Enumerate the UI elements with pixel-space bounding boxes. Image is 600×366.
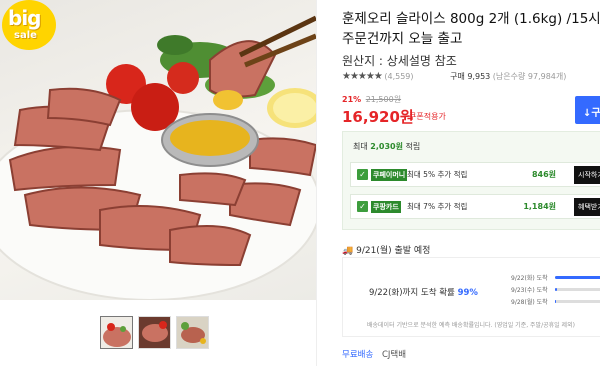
buy-count: 구매 9,953: [450, 72, 491, 81]
truck-icon: 🚚: [342, 246, 354, 256]
carrier-label: CJ택배: [381, 350, 407, 360]
thumbnail-3-image: [177, 317, 208, 348]
forecast-row: 9/23(수) 도착: [511, 284, 600, 296]
product-photo-illustration: [0, 15, 316, 300]
forecast-bar-fill: [555, 276, 600, 279]
star-rating-icon[interactable]: ★★★★★: [342, 71, 383, 82]
checkbox-icon[interactable]: ✓: [357, 169, 368, 180]
product-origin: 원산지 : 상세설명 참조: [342, 54, 457, 68]
product-image[interactable]: big sale: [0, 0, 316, 300]
original-price: 21,500원: [365, 95, 402, 104]
review-count[interactable]: (4,559): [384, 72, 413, 81]
cashback-header-amount: 2,030원: [370, 142, 403, 151]
cashback-action-button[interactable]: 시작하기: [574, 166, 600, 184]
forecast-percent: 99%: [457, 288, 478, 298]
thumbnail-2[interactable]: [138, 316, 171, 349]
cart-button[interactable]: ↓구: [575, 96, 600, 124]
cashback-amount: 1,184원: [523, 202, 556, 211]
shipping-title: 🚚 9/21(월) 출발 예정: [342, 243, 430, 256]
badge-line-2: sale: [14, 30, 37, 41]
forecast-bar-track: [555, 300, 600, 303]
cashback-header: 최대 2,030원 적립: [353, 141, 420, 152]
forecast-row: 9/28(월) 도착: [511, 296, 600, 308]
cashback-action-button[interactable]: 혜택받기: [574, 198, 600, 216]
forecast-text: 9/22(화)까지 도착 확률: [369, 288, 455, 298]
delivery-forecast: 9/22(화)까지 도착 확률 99% 9/22(화) 도착 9/23(수) 도…: [342, 257, 600, 337]
forecast-row-label: 9/22(화) 도착: [511, 275, 548, 282]
coupon-label: 쿠폰적용가: [409, 112, 446, 121]
forecast-row-label: 9/23(수) 도착: [511, 287, 548, 294]
thumbnail-1-image: [101, 317, 132, 348]
forecast-bar-track: [555, 276, 600, 279]
rating-row: ★★★★★ (4,559) 구매 9,953 (남은수량 97,984개): [342, 71, 566, 82]
cashback-desc: 최대 7% 추가 적립: [407, 202, 468, 211]
cashback-brand: 쿠팡카드: [371, 201, 401, 213]
shipping-method: 무료배송 CJ택배: [342, 348, 406, 360]
discount-row: 21% 21,500원: [342, 94, 401, 105]
cashback-desc: 최대 5% 추가 적립: [407, 170, 468, 179]
forecast-summary: 9/22(화)까지 도착 확률 99%: [369, 286, 478, 298]
thumbnail-2-image: [139, 317, 170, 348]
cashback-item: ✓ 쿠팡카드 최대 7% 추가 적립 1,184원 혜택받기: [350, 194, 600, 219]
checkbox-icon[interactable]: ✓: [357, 201, 368, 212]
cashback-brand: 쿠페이머니: [371, 169, 408, 181]
product-info-panel: 훈제오리 슬라이스 800g 2개 (1.6kg) /15시 주문건까지 오늘 …: [316, 0, 600, 366]
badge-line-1: big: [8, 6, 41, 30]
forecast-bar-fill: [555, 288, 557, 291]
cashback-header-suffix: 적립: [405, 142, 421, 151]
cashback-item: ✓ 쿠페이머니 최대 5% 추가 적립 846원 시작하기: [350, 162, 600, 187]
shipping-date: 9/21(월) 출발 예정: [356, 246, 431, 256]
product-title: 훈제오리 슬라이스 800g 2개 (1.6kg) /15시 주문건까지 오늘 …: [342, 11, 600, 47]
cashback-amount: 846원: [531, 170, 556, 179]
forecast-bars: 9/22(화) 도착 9/23(수) 도착 9/28(월) 도착: [511, 272, 600, 308]
final-price: 16,920원: [342, 108, 414, 126]
forecast-row: 9/22(화) 도착: [511, 272, 600, 284]
thumbnail-strip: [0, 300, 316, 366]
forecast-row-label: 9/28(월) 도착: [511, 299, 548, 306]
forecast-bar-track: [555, 288, 600, 291]
cashback-box: 최대 2,030원 적립 ✓ 쿠페이머니 최대 5% 추가 적립 846원 시작…: [342, 131, 600, 230]
thumbnail-3[interactable]: [176, 316, 209, 349]
thumbnail-1[interactable]: [100, 316, 133, 349]
big-sale-badge: big sale: [2, 0, 56, 50]
cashback-header-prefix: 최대: [353, 142, 368, 151]
forecast-bar-fill: [555, 300, 557, 303]
forecast-note: 배송데이터 기반으로 분석한 예측 배송확률입니다. (영업일 기준, 주말/공…: [367, 322, 575, 329]
discount-percent: 21%: [342, 95, 362, 104]
cart-button-label: 구: [591, 108, 600, 119]
free-shipping-label: 무료배송: [342, 350, 374, 360]
stock-remaining: (남은수량 97,984개): [492, 72, 567, 81]
